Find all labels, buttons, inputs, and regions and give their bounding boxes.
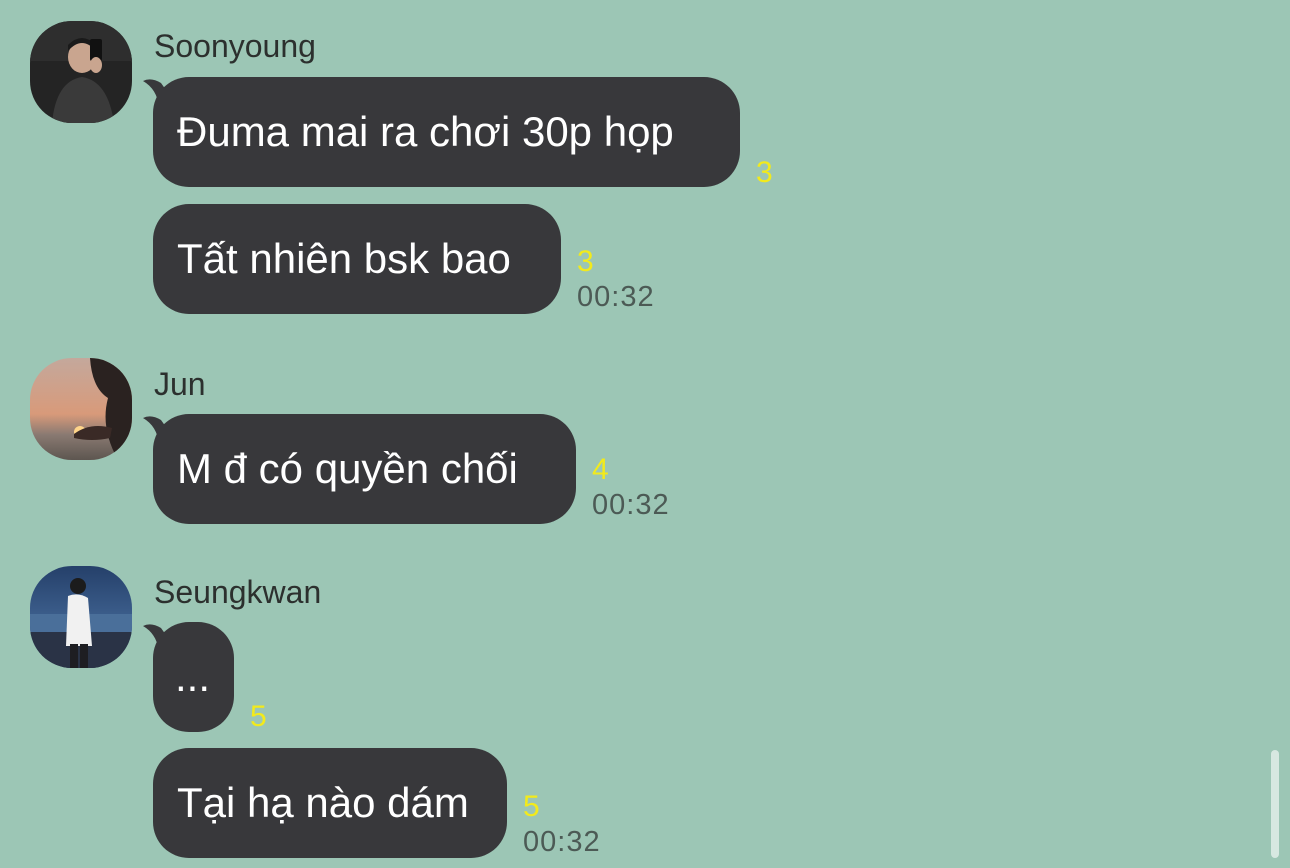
sender-name: Soonyoung [154, 28, 316, 64]
read-count: 3 [756, 156, 773, 189]
timestamp: 00:32 [577, 281, 655, 313]
message-bubble[interactable]: Tại hạ nào dám [153, 748, 507, 858]
read-count: 5 [523, 790, 540, 823]
message-text: Tất nhiên bsk bao [177, 235, 511, 282]
timestamp: 00:32 [523, 826, 601, 858]
timestamp: 00:32 [592, 489, 670, 521]
avatar-jun[interactable] [30, 358, 132, 460]
chat-message-list[interactable]: Soonyoung Đuma mai ra chơi 30p họp 3 Tất… [0, 0, 1290, 868]
avatar-soonyoung[interactable] [30, 21, 132, 123]
message-bubble[interactable]: Tất nhiên bsk bao [153, 204, 561, 314]
avatar-seungkwan[interactable] [30, 566, 132, 668]
message-meta: 5 [250, 700, 267, 734]
message-meta: 5 00:32 [523, 790, 601, 860]
scrollbar[interactable] [1271, 750, 1279, 858]
message-bubble[interactable]: ... [143, 622, 234, 732]
message-bubble[interactable]: Đuma mai ra chơi 30p họp [143, 77, 740, 187]
message-text: M đ có quyền chối [177, 445, 518, 492]
message-meta: 3 00:32 [577, 245, 655, 315]
bubble-tail-icon [143, 624, 171, 652]
message-meta: 4 00:32 [592, 453, 670, 523]
message-meta: 3 [756, 156, 773, 190]
message-text: Tại hạ nào dám [177, 779, 469, 826]
read-count: 4 [592, 453, 609, 486]
bubble-tail-icon [143, 79, 171, 107]
read-count: 5 [250, 700, 267, 733]
message-bubble[interactable]: M đ có quyền chối [143, 414, 576, 524]
message-text: ... [175, 653, 211, 700]
sender-name: Jun [154, 366, 206, 402]
message-text: Đuma mai ra chơi 30p họp [177, 108, 674, 155]
sender-name: Seungkwan [154, 574, 322, 610]
bubble-tail-icon [143, 416, 171, 444]
read-count: 3 [577, 245, 594, 278]
